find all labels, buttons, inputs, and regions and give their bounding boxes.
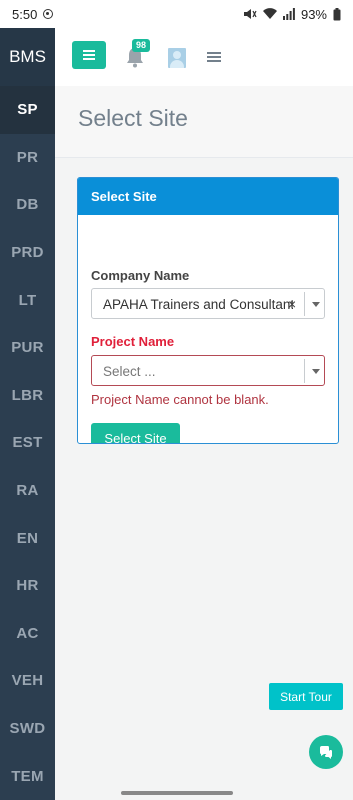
sidebar-item-est[interactable]: EST (0, 419, 55, 467)
sidebar-item-ra[interactable]: RA (0, 467, 55, 515)
sidebar-item-hr[interactable]: HR (0, 562, 55, 610)
select-divider (304, 359, 305, 383)
top-header: 98 (55, 28, 353, 86)
sidebar-item-lt[interactable]: LT (0, 276, 55, 324)
clear-icon[interactable]: × (288, 296, 296, 312)
mute-icon (243, 9, 257, 19)
project-name-placeholder: Select ... (103, 364, 156, 379)
avatar[interactable] (168, 48, 186, 68)
sidebar-item-ac[interactable]: AC (0, 610, 55, 658)
sidebar-item-pr[interactable]: PR (0, 134, 55, 182)
sidebar-item-lbr[interactable]: LBR (0, 372, 55, 420)
project-name-label: Project Name (91, 334, 175, 349)
status-time: 5:50 (12, 6, 38, 22)
chevron-down-icon[interactable] (312, 302, 320, 307)
wifi-icon (262, 8, 277, 19)
sidebar-item-sp[interactable]: SP (0, 86, 55, 134)
status-indicators: 93% (243, 7, 341, 22)
brand-logo[interactable]: BMS (0, 28, 55, 86)
chat-button[interactable] (309, 735, 343, 769)
sidebar: BMS SP PR DB PRD LT PUR LBR EST RA EN HR… (0, 28, 55, 800)
notification-badge: 98 (132, 39, 151, 52)
sidebar-item-tem[interactable]: TEM (0, 752, 55, 800)
select-divider (304, 292, 305, 316)
company-name-label: Company Name (91, 268, 190, 283)
menu-toggle-button[interactable] (72, 41, 106, 69)
home-indicator[interactable] (121, 791, 233, 795)
sidebar-item-swd[interactable]: SWD (0, 705, 55, 753)
project-name-select[interactable]: Select ... (91, 355, 325, 386)
hamburger-icon (83, 50, 95, 60)
select-site-button[interactable]: Select Site (91, 423, 180, 443)
company-name-value: APAHA Trainers and Consultants (103, 297, 293, 312)
company-name-select[interactable]: APAHA Trainers and Consultants × (91, 288, 325, 319)
start-tour-button[interactable]: Start Tour (269, 683, 343, 710)
sidebar-item-db[interactable]: DB (0, 181, 55, 229)
battery-level: 93% (300, 6, 327, 22)
sidebar-item-en[interactable]: EN (0, 514, 55, 562)
battery-icon (333, 7, 341, 20)
select-site-panel: Select Site Company Name APAHA Trainers … (77, 177, 339, 444)
chevron-down-icon[interactable] (312, 369, 320, 374)
panel-title: Select Site (78, 178, 338, 215)
list-icon[interactable] (207, 52, 221, 64)
signal-icon (282, 8, 295, 20)
sidebar-item-pur[interactable]: PUR (0, 324, 55, 372)
chat-icon (320, 745, 332, 759)
sync-icon (43, 9, 54, 19)
sidebar-item-veh[interactable]: VEH (0, 657, 55, 705)
project-name-error: Project Name cannot be blank. (91, 392, 269, 407)
status-bar: 5:50 93% (0, 0, 353, 28)
page-title: Select Site (78, 105, 188, 131)
page-header: Select Site (55, 86, 353, 158)
sidebar-item-prd[interactable]: PRD (0, 229, 55, 277)
